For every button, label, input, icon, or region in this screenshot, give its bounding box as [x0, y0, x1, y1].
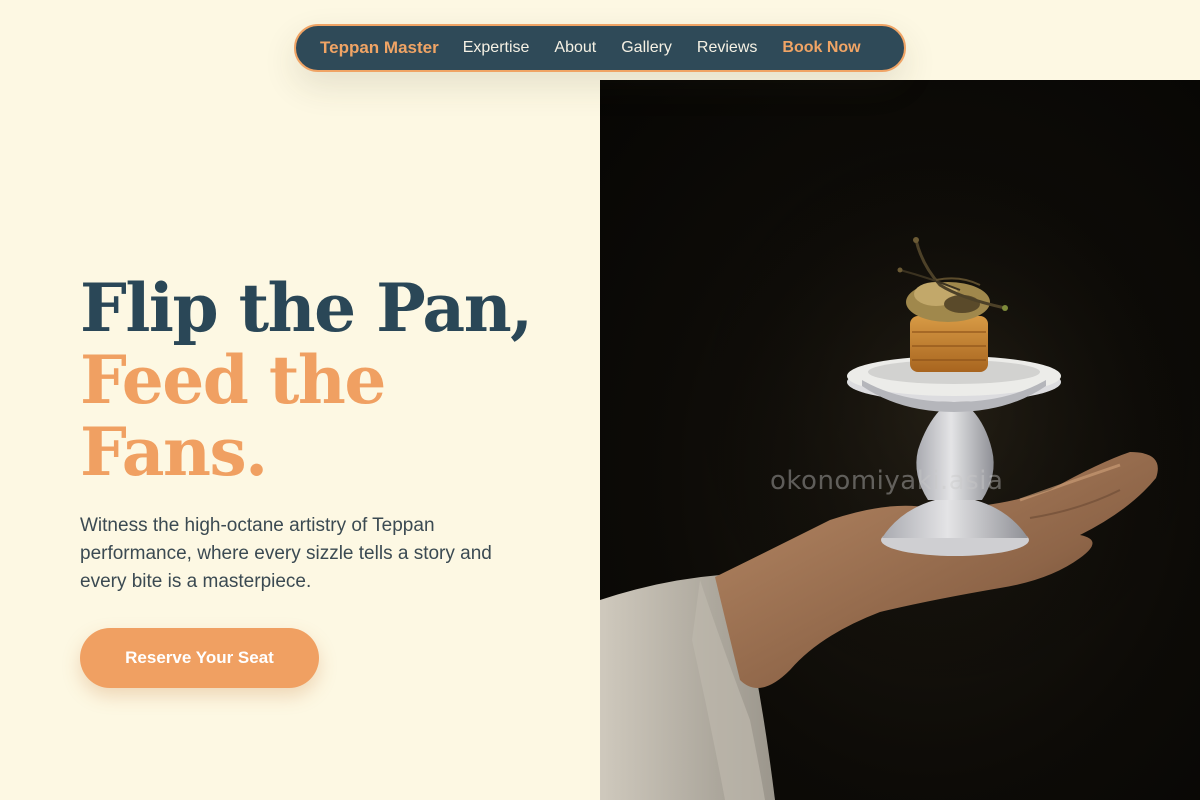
reserve-seat-button[interactable]: Reserve Your Seat — [80, 628, 319, 688]
brand-logo[interactable]: Teppan Master — [320, 38, 439, 58]
hero-photo: okonomiyaki.asia — [600, 80, 1200, 800]
hero-title-line-3: Fans. — [80, 413, 268, 491]
image-watermark: okonomiyaki.asia — [770, 466, 1004, 496]
nav-link-gallery[interactable]: Gallery — [621, 39, 672, 57]
nav-link-expertise[interactable]: Expertise — [463, 39, 530, 57]
nav-link-about[interactable]: About — [554, 39, 596, 57]
book-now-link[interactable]: Book Now — [782, 39, 860, 57]
nav-link-reviews[interactable]: Reviews — [697, 39, 757, 57]
hero-subtitle: Witness the high-octane artistry of Tepp… — [80, 515, 492, 592]
hero-title: Flip the Pan, Feed the Fans. — [80, 269, 533, 491]
hand-holding-dish-illustration — [600, 130, 1200, 800]
hero-title-line-2: Feed the — [80, 341, 386, 419]
top-nav: Teppan Master Expertise About Gallery Re… — [294, 24, 906, 72]
page: Teppan Master Expertise About Gallery Re… — [0, 0, 1200, 800]
hero-title-line-1: Flip the Pan, — [80, 269, 533, 347]
